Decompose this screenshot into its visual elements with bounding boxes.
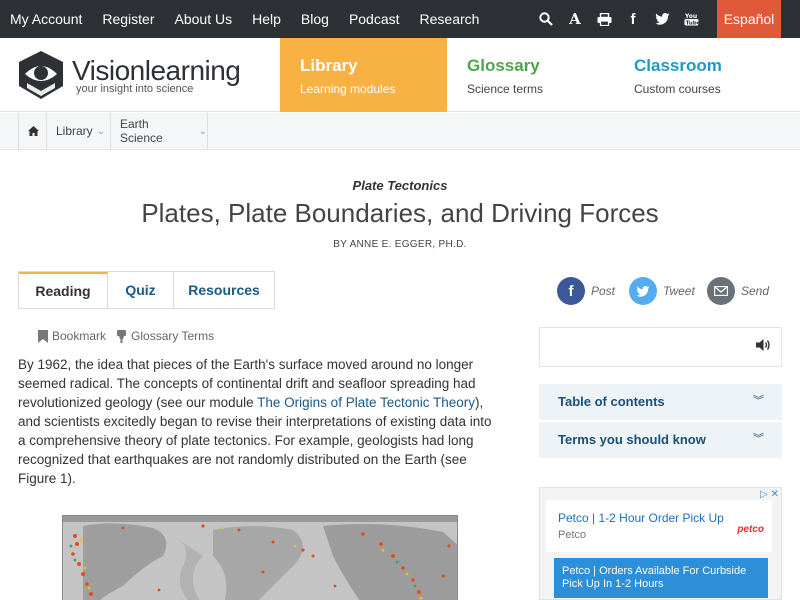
tab-quiz[interactable]: Quiz <box>108 272 174 308</box>
breadcrumb: Library ⌄ Earth Science ⌄ <box>0 113 800 150</box>
research-link[interactable]: Research <box>420 0 480 38</box>
top-icons: A f You Tube <box>536 0 710 38</box>
chevron-down-icon: ⌄ <box>96 125 106 137</box>
nav-library-subtitle: Learning modules <box>300 82 396 96</box>
double-chevron-down-icon: ︾ <box>753 395 764 407</box>
advertisement: ▷ ✕ Petco | 1-2 Hour Order Pick Up Petco… <box>539 487 782 600</box>
site-header: Visionlearning your insight into science… <box>0 38 800 112</box>
email-icon <box>707 277 735 305</box>
logo-eye-icon[interactable] <box>18 50 64 105</box>
facebook-icon[interactable]: f <box>623 9 643 29</box>
bookmark-button[interactable]: Bookmark <box>38 329 106 343</box>
module-series[interactable]: Plate Tectonics <box>0 178 800 193</box>
search-icon[interactable] <box>536 9 556 29</box>
nav-glossary-subtitle: Science terms <box>467 82 544 96</box>
share-facebook-label: Post <box>591 284 616 298</box>
ad-choices-icon[interactable]: ▷ ✕ <box>760 489 779 500</box>
share-email-label: Send <box>741 284 770 298</box>
ad-brand-logo: petco <box>737 524 764 535</box>
about-us-link[interactable]: About Us <box>175 0 233 38</box>
audio-player <box>539 327 782 367</box>
speaker-icon[interactable] <box>755 338 771 357</box>
double-chevron-down-icon: ︾ <box>753 433 764 445</box>
glossary-highlighter-icon <box>117 329 127 343</box>
ad-card[interactable]: Petco | 1-2 Hour Order Pick Up Petco pet… <box>546 500 772 552</box>
twitter-icon <box>629 277 657 305</box>
accordion-terms-you-should-know[interactable]: Terms you should know ︾ <box>539 422 782 458</box>
home-icon <box>28 126 39 136</box>
top-bar: My Account Register About Us Help Blog P… <box>0 0 800 38</box>
share-twitter-label: Tweet <box>663 284 695 298</box>
bookmark-icon <box>38 329 48 343</box>
nav-classroom-subtitle: Custom courses <box>634 82 721 96</box>
register-link[interactable]: Register <box>102 0 154 38</box>
tab-reading[interactable]: Reading <box>19 272 108 308</box>
breadcrumb-home[interactable] <box>18 113 46 149</box>
share-facebook[interactable]: f Post <box>557 276 615 306</box>
accordion-table-of-contents[interactable]: Table of contents ︾ <box>539 384 782 420</box>
nav-classroom-title: Classroom <box>634 56 722 75</box>
logo-tagline: your insight into science <box>76 83 194 95</box>
glossary-terms-button[interactable]: Glossary Terms <box>116 329 214 343</box>
print-icon[interactable] <box>594 9 614 29</box>
accordion-table-of-contents-label: Table of contents <box>558 394 665 409</box>
module-tabs: Reading Quiz Resources <box>18 271 275 309</box>
glossary-terms-label: Glossary Terms <box>131 329 215 343</box>
breadcrumb-library[interactable]: Library ⌄ <box>46 113 110 149</box>
nav-glossary-title: Glossary <box>467 56 540 75</box>
nav-library-title: Library <box>300 56 358 75</box>
breadcrumb-library-label: Library <box>56 124 93 138</box>
svg-text:Tube: Tube <box>685 20 698 26</box>
nav-classroom[interactable]: Classroom Custom courses <box>614 38 800 112</box>
reading-tools: Bookmark Glossary Terms <box>38 328 214 344</box>
origins-of-plate-tectonic-theory-link[interactable]: The Origins of Plate Tectonic Theory <box>257 395 475 410</box>
bookmark-label: Bookmark <box>52 329 107 343</box>
share-twitter[interactable]: Tweet <box>629 276 695 306</box>
breadcrumb-earth-science-label: Earth Science <box>120 117 163 145</box>
nav-library[interactable]: Library Learning modules <box>280 38 447 112</box>
byline: BY ANNE E. EGGER, PH.D. <box>333 239 467 250</box>
article-paragraph: By 1962, the idea that pieces of the Ear… <box>18 355 496 488</box>
facebook-icon: f <box>557 277 585 305</box>
font-size-icon[interactable]: A <box>565 9 585 29</box>
espanol-button[interactable]: Español <box>717 0 781 38</box>
twitter-icon[interactable] <box>652 9 672 29</box>
my-account-link[interactable]: My Account <box>10 0 82 38</box>
youtube-icon[interactable]: You Tube <box>681 9 701 29</box>
nav-glossary[interactable]: Glossary Science terms <box>447 38 614 112</box>
ad-cta-button[interactable]: Petco | Orders Available For Curbside Pi… <box>554 558 768 598</box>
figure-1-earthquake-map[interactable] <box>62 515 458 600</box>
chevron-down-icon: ⌄ <box>198 125 207 137</box>
page-title: Plates, Plate Boundaries, and Driving Fo… <box>141 198 659 228</box>
svg-text:You: You <box>684 13 697 20</box>
podcast-link[interactable]: Podcast <box>349 0 400 38</box>
ad-headline[interactable]: Petco | 1-2 Hour Order Pick Up <box>558 511 724 525</box>
accordion-terms-label: Terms you should know <box>558 432 706 447</box>
world-map-image <box>63 516 457 600</box>
breadcrumb-earth-science[interactable]: Earth Science ⌄ <box>110 113 208 149</box>
help-link[interactable]: Help <box>252 0 281 38</box>
top-nav: My Account Register About Us Help Blog P… <box>10 0 499 38</box>
share-email[interactable]: Send <box>707 276 769 306</box>
tab-resources[interactable]: Resources <box>174 272 274 308</box>
ad-source: Petco <box>558 529 587 541</box>
blog-link[interactable]: Blog <box>301 0 329 38</box>
